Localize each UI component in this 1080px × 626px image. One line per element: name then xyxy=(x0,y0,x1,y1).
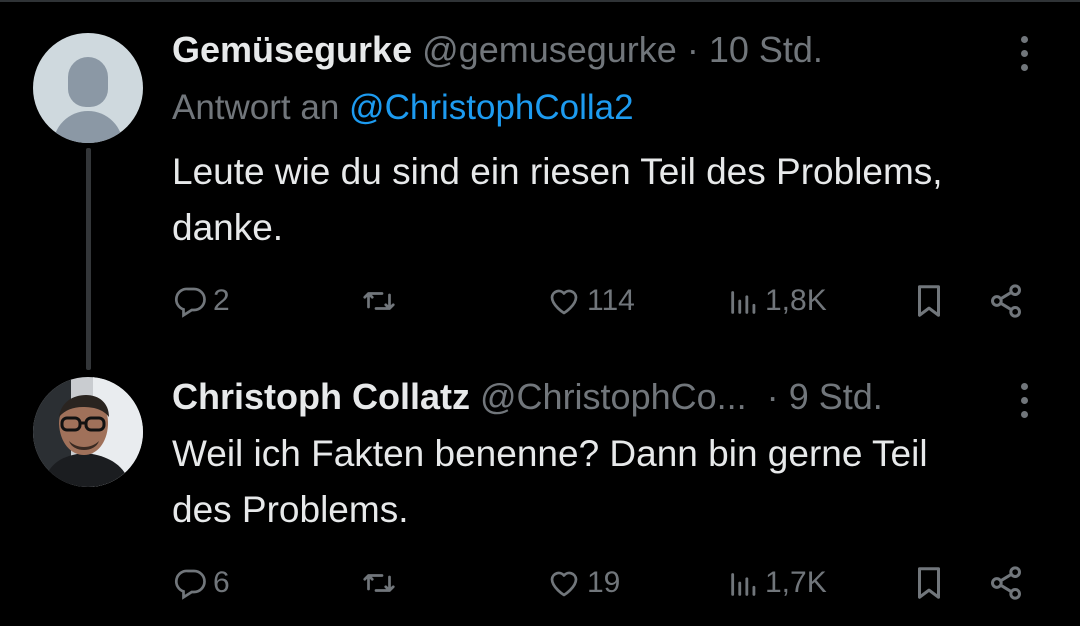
avatar[interactable] xyxy=(33,377,143,487)
retweet-button[interactable] xyxy=(357,279,401,323)
display-name[interactable]: Christoph Collatz xyxy=(172,376,470,417)
share-button[interactable] xyxy=(986,279,1026,323)
user-handle[interactable]: @ChristophCo... xyxy=(480,376,747,417)
heart-icon xyxy=(550,571,578,597)
more-icon[interactable] xyxy=(1014,36,1034,76)
tweet-1[interactable]: Gemüsegurke @gemusegurke · 10 Std. Antwo… xyxy=(0,0,1080,370)
tweet-header: Gemüsegurke @gemusegurke · 10 Std. xyxy=(172,30,823,70)
views-button[interactable]: 1,8K xyxy=(727,279,827,323)
share-icon xyxy=(991,284,1021,318)
views-icon xyxy=(731,291,756,314)
like-button[interactable]: 19 xyxy=(545,561,620,605)
timestamp[interactable]: 9 Std. xyxy=(789,376,883,417)
like-button[interactable]: 114 xyxy=(545,279,635,323)
views-button[interactable]: 1,7K xyxy=(727,561,827,605)
separator-dot: · xyxy=(686,29,699,70)
like-count: 19 xyxy=(587,566,621,599)
profile-photo xyxy=(33,377,143,487)
tweet-text-line: Weil ich Fakten benenne? Dann bin gerne … xyxy=(172,433,928,474)
heart-icon xyxy=(550,289,578,315)
action-bar: 2 114 1,8K xyxy=(0,279,1080,323)
share-icon xyxy=(991,566,1021,600)
tweet-text-line: danke. xyxy=(172,207,284,248)
timestamp[interactable]: 10 Std. xyxy=(709,29,823,70)
avatar-head xyxy=(68,57,108,107)
reply-count: 2 xyxy=(213,284,230,317)
tweet-text: Leute wie du sind ein riesen Teil des Pr… xyxy=(172,144,1052,256)
reply-context: Antwort an @ChristophColla2 xyxy=(172,88,634,128)
bookmark-button[interactable] xyxy=(910,561,948,605)
tweet-text: Weil ich Fakten benenne? Dann bin gerne … xyxy=(172,426,1052,538)
tweet-text-line: Leute wie du sind ein riesen Teil des Pr… xyxy=(172,151,943,192)
user-handle[interactable]: @gemusegurke xyxy=(422,29,677,70)
bookmark-button[interactable] xyxy=(910,279,948,323)
reply-count: 6 xyxy=(213,566,230,599)
retweet-icon xyxy=(363,574,395,592)
more-icon[interactable] xyxy=(1014,383,1034,423)
like-count: 114 xyxy=(587,284,635,317)
separator-dot: · xyxy=(766,376,779,417)
view-count: 1,7K xyxy=(765,566,827,599)
reply-button[interactable]: 2 xyxy=(173,279,230,323)
reply-button[interactable]: 6 xyxy=(173,561,230,605)
tweet-text-line: des Problems. xyxy=(172,489,409,530)
reply-icon xyxy=(174,287,206,318)
views-icon xyxy=(731,573,756,596)
bookmark-icon xyxy=(917,567,941,599)
action-bar: 6 19 1,7K xyxy=(0,561,1080,605)
display-name[interactable]: Gemüsegurke xyxy=(172,29,412,70)
avatar[interactable] xyxy=(33,33,143,143)
view-count: 1,8K xyxy=(765,284,827,317)
thread-line xyxy=(86,148,91,370)
tweet-2[interactable]: Christoph Collatz @ChristophCo... · 9 St… xyxy=(0,360,1080,626)
share-button[interactable] xyxy=(986,561,1026,605)
reply-prefix: Antwort an xyxy=(172,88,340,127)
retweet-button[interactable] xyxy=(357,561,401,605)
bookmark-icon xyxy=(917,285,941,317)
tweet-header: Christoph Collatz @ChristophCo... · 9 St… xyxy=(172,377,883,417)
reply-icon xyxy=(174,569,206,600)
retweet-icon xyxy=(363,292,395,310)
avatar-shoulders xyxy=(53,111,123,143)
reply-mention-link[interactable]: @ChristophColla2 xyxy=(349,88,634,127)
